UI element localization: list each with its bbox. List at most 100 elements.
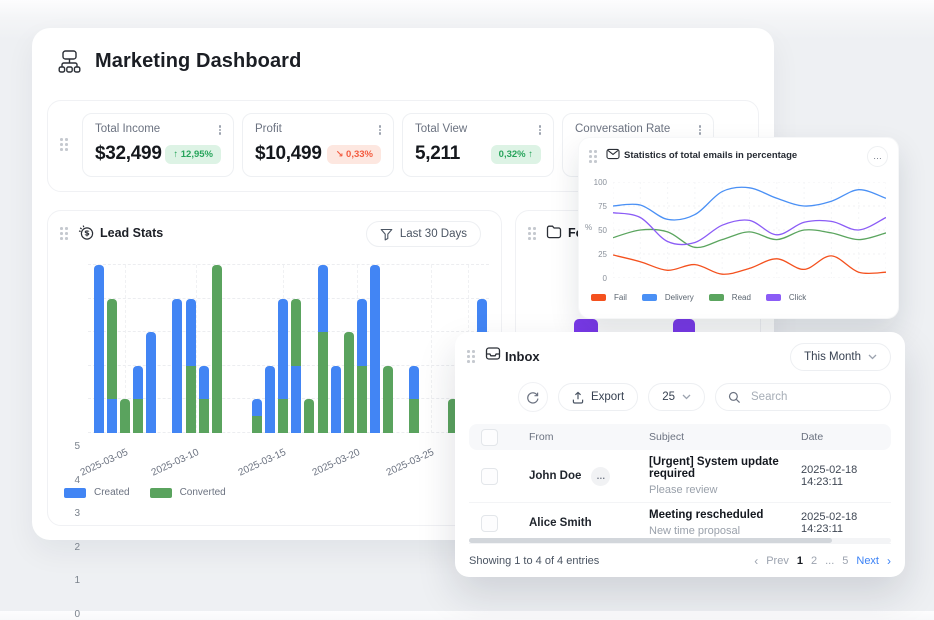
bar-segment-converted — [120, 399, 130, 433]
stat-value: $32,499 — [95, 143, 162, 165]
x-tick-label: 2025-03-10 — [150, 447, 201, 479]
legend-item: Click — [766, 293, 806, 302]
email-date: 2025-02-18 14:23:11 — [793, 464, 891, 488]
stat-label: Total View — [415, 123, 541, 135]
funnel-icon — [380, 228, 393, 241]
search-field — [715, 383, 891, 411]
horizontal-scrollbar[interactable] — [469, 538, 891, 543]
search-input[interactable] — [749, 390, 873, 404]
inbox-card: Inbox This Month — [455, 332, 905, 577]
bar — [291, 265, 301, 433]
sitemap-icon — [56, 48, 83, 75]
bar-segment-converted — [291, 299, 301, 366]
table-row[interactable]: John Doe…[Urgent] System update required… — [469, 450, 891, 503]
bar-segment-converted — [318, 332, 328, 433]
legend-item: Converted — [150, 487, 226, 498]
bar — [199, 265, 209, 433]
lead-x-axis: 2025-03-052025-03-102025-03-152025-03-20… — [88, 439, 489, 479]
bar — [318, 265, 328, 433]
inbox-icon — [485, 346, 501, 361]
export-button[interactable]: Export — [558, 383, 638, 411]
bar — [265, 265, 275, 433]
folder-drag-handle[interactable] — [528, 227, 536, 240]
stats-drag-handle[interactable] — [60, 138, 68, 151]
bar-segment-created — [331, 366, 341, 433]
lead-drag-handle[interactable] — [60, 227, 68, 240]
bar-segment-created — [146, 332, 156, 433]
bar — [383, 265, 393, 433]
legend-label: Click — [789, 293, 806, 302]
lead-stats-title: Lead Stats — [100, 226, 163, 240]
kebab-menu-icon[interactable] — [379, 125, 382, 136]
bar-segment-converted — [133, 399, 143, 433]
bar — [172, 265, 182, 433]
email-preview: New time proposal — [649, 525, 793, 537]
bar — [212, 265, 222, 433]
search-icon — [728, 391, 741, 404]
pagination: ‹ Prev 12...5 Next › — [754, 555, 891, 567]
legend-label: Created — [94, 487, 130, 498]
stat-trend-badge: 0,32% ↑ — [491, 145, 541, 164]
y-tick-label: 75 — [587, 202, 607, 211]
chevron-down-icon — [682, 394, 691, 400]
stat-label: Total Income — [95, 123, 221, 135]
x-tick-label: 2025-03-15 — [237, 447, 288, 479]
email-subject: Meeting rescheduled — [649, 509, 793, 521]
app-header: Marketing Dashboard — [56, 48, 301, 75]
x-tick-label: 2025-03-05 — [79, 447, 130, 479]
bar-segment-created — [186, 299, 196, 366]
bar — [370, 265, 380, 433]
bar-segment-created — [133, 366, 143, 400]
refresh-button[interactable] — [518, 382, 548, 412]
email-subject: [Urgent] System update required — [649, 456, 793, 480]
column-header-date[interactable]: Date — [793, 431, 891, 443]
kebab-menu-icon[interactable] — [699, 125, 702, 136]
bar — [409, 265, 419, 433]
page-number[interactable]: 2 — [811, 555, 817, 567]
y-tick-label: 3 — [62, 508, 80, 519]
row-menu-button[interactable]: … — [591, 467, 610, 486]
page-numbers: 12...5 — [797, 555, 849, 567]
email-menu-button[interactable]: … — [867, 146, 888, 167]
email-date: 2025-02-18 14:23:11 — [793, 511, 891, 535]
next-chevron-icon[interactable]: › — [887, 555, 891, 567]
bar-segment-converted — [304, 399, 314, 433]
export-label: Export — [591, 391, 624, 403]
kebab-menu-icon[interactable] — [539, 125, 542, 136]
stat-label: Conversation Rate — [575, 123, 701, 135]
select-all-checkbox[interactable] — [481, 429, 498, 446]
bar-segment-created — [265, 366, 275, 433]
stat-trend-badge: ↘ 0,33% — [327, 145, 381, 164]
chevron-down-icon — [868, 354, 877, 360]
scrollbar-thumb[interactable] — [469, 538, 832, 543]
inbox-drag-handle[interactable] — [467, 350, 475, 363]
kebab-menu-icon[interactable] — [219, 125, 222, 136]
lead-stats-card: Lead Stats Last 30 Days 2025-03-05 2025-0… — [47, 210, 502, 526]
bar-segment-converted — [357, 366, 367, 433]
x-tick-label: 2025-03-20 — [311, 447, 362, 479]
row-checkbox[interactable] — [481, 515, 498, 532]
column-header-from[interactable]: From — [509, 431, 641, 443]
page-number[interactable]: 1 — [797, 555, 803, 567]
email-drag-handle[interactable] — [589, 150, 597, 163]
legend-label: Read — [732, 293, 751, 302]
y-tick-label: 100 — [587, 178, 607, 187]
row-checkbox[interactable] — [481, 468, 498, 485]
y-tick-label: 5 — [62, 441, 80, 452]
bar-segment-created — [357, 299, 367, 366]
y-tick-label: 4 — [62, 475, 80, 486]
lead-icon — [78, 224, 95, 241]
next-button[interactable]: Next — [856, 555, 879, 567]
prev-chevron-icon[interactable]: ‹ — [754, 555, 758, 567]
bar-segment-converted — [199, 399, 209, 433]
lead-filter-button[interactable]: Last 30 Days — [366, 221, 481, 247]
column-header-subject[interactable]: Subject — [641, 431, 793, 443]
prev-button[interactable]: Prev — [766, 555, 789, 567]
page-number[interactable]: 5 — [842, 555, 848, 567]
period-select[interactable]: This Month — [790, 343, 891, 371]
inbox-table: From Subject Date John Doe…[Urgent] Syst… — [469, 424, 891, 544]
legend-item: Delivery — [642, 293, 694, 302]
page-size-select[interactable]: 25 — [648, 383, 705, 411]
bar-segment-created — [291, 366, 301, 433]
email-preview: Please review — [649, 484, 793, 496]
